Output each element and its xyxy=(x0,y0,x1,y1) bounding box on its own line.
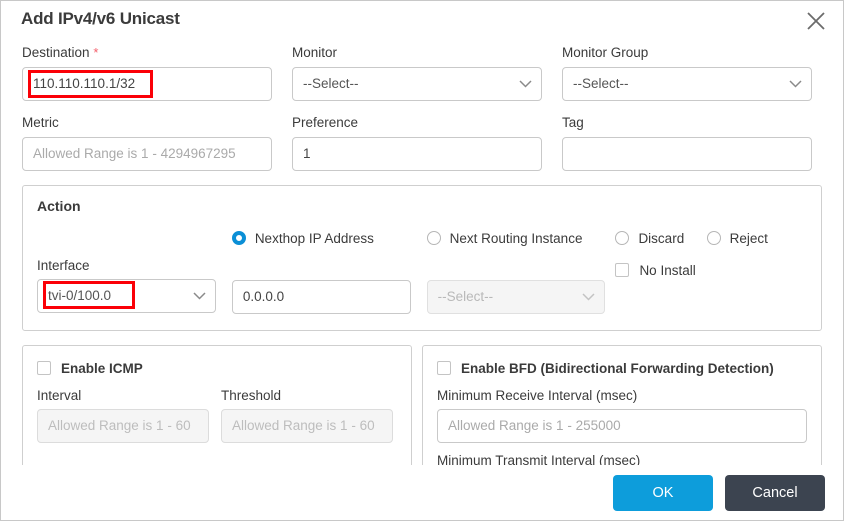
destination-input[interactable]: 110.110.110.1/32 xyxy=(22,67,272,101)
monitor-select-value: --Select-- xyxy=(303,76,359,91)
form-row-2: Metric Allowed Range is 1 - 4294967295 P… xyxy=(11,115,833,171)
field-monitor: Monitor --Select-- xyxy=(292,45,542,101)
required-asterisk: * xyxy=(93,45,99,60)
radio-reject[interactable]: Reject xyxy=(706,228,807,248)
radio-icon-discard[interactable] xyxy=(615,231,630,245)
icmp-interval-label: Interval xyxy=(37,388,82,403)
next-routing-instance-select[interactable]: --Select-- xyxy=(426,280,606,314)
close-icon[interactable] xyxy=(801,6,831,36)
field-preference: Preference 1 xyxy=(292,115,542,171)
field-interface: Interface tvi-0/100.0 xyxy=(37,228,216,314)
field-next-routing-instance: Next Routing Instance --Select-- xyxy=(426,228,606,314)
bottom-row: Enable ICMP Interval Allowed Range is 1 … xyxy=(11,345,833,465)
bfd-fields: Minimum Receive Interval (msec) Allowed … xyxy=(437,388,807,443)
monitor-label: Monitor xyxy=(292,45,338,60)
destination-label-text: Destination xyxy=(22,45,90,60)
cancel-button[interactable]: Cancel xyxy=(725,474,825,511)
checkbox-label-enable-bfd: Enable BFD (Bidirectional Forwarding Det… xyxy=(461,360,774,376)
field-icmp-interval: Interval Allowed Range is 1 - 60 xyxy=(37,388,209,443)
action-panel-title: Action xyxy=(37,198,81,214)
radio-discard[interactable]: Discard xyxy=(615,228,706,248)
form-row-1: Destination * 110.110.110.1/32 Monitor -… xyxy=(11,45,833,101)
page-title: Add IPv4/v6 Unicast xyxy=(21,9,180,28)
tag-input[interactable] xyxy=(562,137,812,171)
action-panel: Action Interface tvi-0/100.0 Nexthop IP … xyxy=(22,185,822,331)
icmp-panel: Enable ICMP Interval Allowed Range is 1 … xyxy=(22,345,412,465)
field-monitor-group: Monitor Group --Select-- xyxy=(562,45,812,101)
interface-select[interactable]: tvi-0/100.0 xyxy=(37,279,216,313)
radio-label-nexthop: Nexthop IP Address xyxy=(254,230,374,246)
monitor-group-select-value: --Select-- xyxy=(573,76,629,91)
icmp-threshold-label: Threshold xyxy=(221,388,282,403)
radio-label-discard: Discard xyxy=(638,230,685,246)
checkbox-enable-icmp[interactable]: Enable ICMP xyxy=(37,358,397,378)
tag-label: Tag xyxy=(562,115,584,130)
checkbox-label-no-install: No Install xyxy=(639,262,696,278)
ok-button[interactable]: OK xyxy=(613,474,713,511)
checkbox-no-install[interactable]: No Install xyxy=(615,260,706,280)
dialog-body: Destination * 110.110.110.1/32 Monitor -… xyxy=(11,45,833,465)
chevron-down-icon xyxy=(789,68,802,100)
field-nexthop: Nexthop IP Address 0.0.0.0 xyxy=(231,228,411,314)
preference-label: Preference xyxy=(292,115,359,130)
checkbox-icon-no-install[interactable] xyxy=(615,263,630,277)
chevron-down-icon xyxy=(193,280,206,312)
checkbox-icon-enable-icmp[interactable] xyxy=(37,361,51,375)
field-reject: Reject xyxy=(706,228,807,314)
nexthop-ip-input[interactable]: 0.0.0.0 xyxy=(231,280,411,314)
metric-input[interactable]: Allowed Range is 1 - 4294967295 xyxy=(22,137,272,171)
bfd-min-transmit-label: Minimum Transmit Interval (msec) xyxy=(437,453,641,465)
radio-next-routing-instance[interactable]: Next Routing Instance xyxy=(426,228,606,248)
field-discard: Discard No Install xyxy=(615,228,706,314)
bfd-min-receive-input[interactable]: Allowed Range is 1 - 255000 xyxy=(437,409,807,443)
chevron-down-icon xyxy=(582,281,595,313)
next-routing-instance-value: --Select-- xyxy=(437,289,494,304)
radio-nexthop-ip-address[interactable]: Nexthop IP Address xyxy=(231,228,411,248)
radio-label-next-routing-instance: Next Routing Instance xyxy=(449,230,583,246)
dialog-header: Add IPv4/v6 Unicast xyxy=(1,1,843,45)
chevron-down-icon xyxy=(519,68,532,100)
metric-label: Metric xyxy=(22,115,59,130)
radio-icon-nexthop[interactable] xyxy=(231,231,246,245)
field-bfd-min-receive: Minimum Receive Interval (msec) Allowed … xyxy=(437,388,807,443)
checkbox-label-enable-icmp: Enable ICMP xyxy=(61,360,143,376)
monitor-group-select[interactable]: --Select-- xyxy=(562,67,812,101)
monitor-select[interactable]: --Select-- xyxy=(292,67,542,101)
interface-select-value: tvi-0/100.0 xyxy=(48,288,112,303)
bfd-panel: Enable BFD (Bidirectional Forwarding Det… xyxy=(422,345,822,465)
field-metric: Metric Allowed Range is 1 - 4294967295 xyxy=(22,115,272,171)
field-icmp-threshold: Threshold Allowed Range is 1 - 60 xyxy=(221,388,393,443)
icmp-fields: Interval Allowed Range is 1 - 60 Thresho… xyxy=(37,388,397,443)
icmp-interval-input[interactable]: Allowed Range is 1 - 60 xyxy=(37,409,209,443)
add-unicast-route-dialog: Add IPv4/v6 Unicast Destination * 110.11… xyxy=(0,0,844,521)
radio-icon-next-routing-instance[interactable] xyxy=(426,231,441,245)
radio-icon-reject[interactable] xyxy=(706,231,721,245)
interface-label: Interface xyxy=(37,258,90,273)
bfd-min-receive-label: Minimum Receive Interval (msec) xyxy=(437,388,638,403)
dialog-footer: OK Cancel xyxy=(1,465,843,520)
field-destination: Destination * 110.110.110.1/32 xyxy=(22,45,272,101)
monitor-group-label: Monitor Group xyxy=(562,45,649,60)
field-tag: Tag xyxy=(562,115,812,171)
action-grid: Interface tvi-0/100.0 Nexthop IP Address xyxy=(37,228,807,314)
destination-label: Destination * xyxy=(22,45,272,61)
preference-input[interactable]: 1 xyxy=(292,137,542,171)
checkbox-enable-bfd[interactable]: Enable BFD (Bidirectional Forwarding Det… xyxy=(437,358,807,378)
icmp-threshold-input[interactable]: Allowed Range is 1 - 60 xyxy=(221,409,393,443)
checkbox-icon-enable-bfd[interactable] xyxy=(437,361,451,375)
radio-label-reject: Reject xyxy=(729,230,768,246)
